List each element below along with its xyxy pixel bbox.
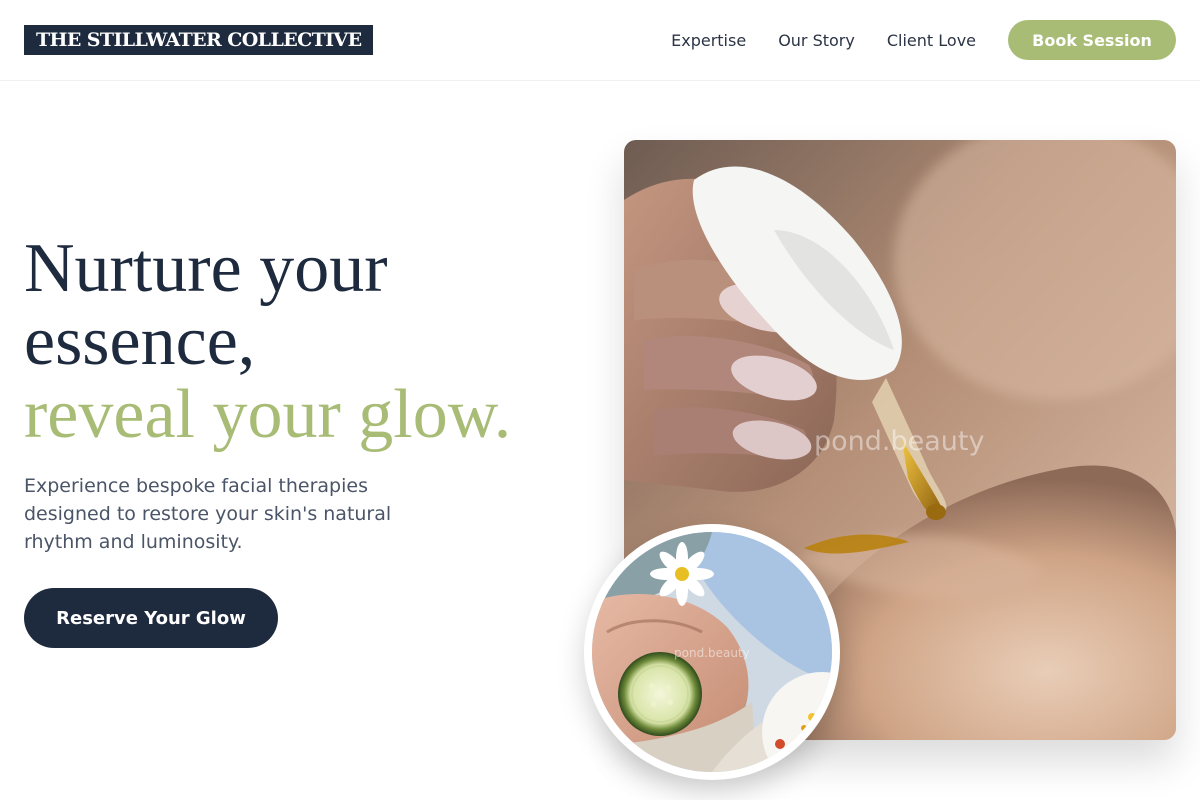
nav-link-client-love[interactable]: Client Love — [887, 31, 976, 50]
inset-watermark: pond.beauty — [674, 646, 750, 660]
hero-headline: Nurture your essence, reveal your glow. — [24, 232, 584, 451]
image-watermark: pond.beauty — [814, 426, 985, 457]
inset-photo-cucumber-facial: pond.beauty — [584, 524, 840, 780]
hero-subtext: Experience bespoke facial therapies desi… — [24, 475, 392, 553]
brand-logo[interactable]: THE STILLWATER COLLECTIVE — [24, 25, 374, 55]
headline-accent: reveal your glow. — [24, 376, 512, 453]
nav-link-expertise[interactable]: Expertise — [671, 31, 746, 50]
book-session-button[interactable]: Book Session — [1008, 20, 1176, 60]
headline-line-2: essence, — [24, 303, 256, 380]
headline-line-1: Nurture your — [24, 230, 388, 307]
site-header: THE STILLWATER COLLECTIVE Expertise Our … — [0, 0, 1200, 81]
nav-link-our-story[interactable]: Our Story — [778, 31, 855, 50]
reserve-glow-button[interactable]: Reserve Your Glow — [24, 588, 278, 648]
main-nav: Expertise Our Story Client Love Book Ses… — [671, 20, 1176, 60]
